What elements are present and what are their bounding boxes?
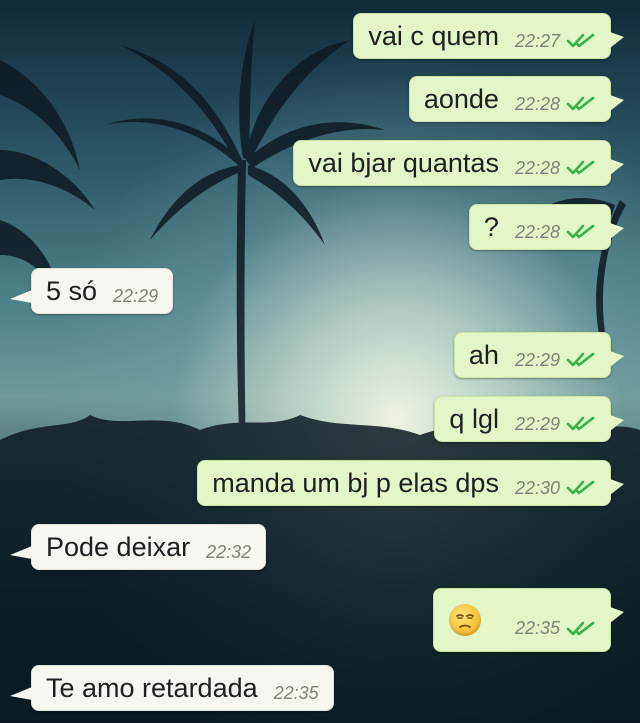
message-text: vai c quem bbox=[368, 20, 499, 51]
outgoing-message[interactable]: ah 22:29 bbox=[453, 332, 625, 378]
message-time: 22:27 bbox=[514, 30, 560, 51]
double-check-icon bbox=[566, 224, 595, 239]
message-time: 22:29 bbox=[514, 413, 560, 434]
message-text: ah bbox=[468, 339, 499, 370]
message-text: 5 só bbox=[46, 275, 98, 306]
message-time: 22:28 bbox=[514, 157, 560, 178]
incoming-message[interactable]: 5 só 22:29 bbox=[9, 268, 174, 314]
message-meta: 22:28 bbox=[515, 94, 596, 115]
message-text: vai bjar quantas bbox=[308, 147, 499, 178]
outgoing-message[interactable]: ? 22:28 bbox=[468, 204, 625, 250]
unamused-face-icon bbox=[449, 604, 481, 636]
message-text: aonde bbox=[423, 83, 499, 114]
message-time: 22:35 bbox=[273, 682, 319, 703]
double-check-icon bbox=[566, 416, 595, 431]
message-text: q lgl bbox=[449, 403, 499, 434]
double-check-icon bbox=[566, 160, 595, 175]
outgoing-message[interactable]: manda um bj p elas dps 22:30 bbox=[197, 460, 624, 506]
message-meta: 22:27 bbox=[515, 31, 596, 52]
message-meta: 22:29 bbox=[515, 414, 596, 435]
message-meta: 22:28 bbox=[515, 158, 596, 179]
outgoing-message[interactable]: vai bjar quantas 22:28 bbox=[293, 140, 624, 186]
message-meta: 22:29 bbox=[515, 350, 596, 371]
outgoing-message[interactable]: q lgl 22:29 bbox=[434, 396, 624, 442]
message-time: 22:29 bbox=[113, 285, 159, 306]
message-time: 22:35 bbox=[514, 618, 560, 638]
incoming-message[interactable]: Pode deixar 22:32 bbox=[9, 524, 267, 570]
message-meta: 22:28 bbox=[515, 222, 596, 243]
outgoing-message[interactable]: aonde 22:28 bbox=[408, 76, 625, 122]
outgoing-message[interactable]: vai c quem 22:27 bbox=[353, 13, 624, 59]
message-meta: 22:30 bbox=[515, 478, 596, 499]
double-check-icon bbox=[566, 33, 595, 48]
message-list: vai c quem 22:27 aonde 22:28 vai bjar qu… bbox=[0, 0, 640, 723]
double-check-icon bbox=[566, 352, 595, 367]
message-meta: 22:29 bbox=[113, 286, 158, 307]
message-time: 22:29 bbox=[514, 349, 560, 370]
outgoing-message[interactable]: 22:35 bbox=[433, 588, 624, 652]
message-text: Te amo retardada bbox=[46, 672, 258, 703]
message-time: 22:28 bbox=[514, 221, 560, 242]
message-meta: 22:32 bbox=[206, 542, 251, 563]
message-text: manda um bj p elas dps bbox=[212, 467, 499, 498]
message-text: Pode deixar bbox=[46, 531, 191, 562]
double-check-icon bbox=[566, 96, 595, 111]
message-text: ? bbox=[483, 211, 499, 242]
message-time: 22:28 bbox=[514, 93, 560, 114]
message-meta: 22:35 bbox=[515, 618, 596, 639]
message-time: 22:30 bbox=[514, 477, 560, 498]
double-check-icon bbox=[566, 480, 595, 495]
double-check-icon bbox=[566, 621, 595, 635]
message-time: 22:32 bbox=[206, 541, 252, 562]
incoming-message[interactable]: Te amo retardada 22:35 bbox=[10, 665, 334, 711]
message-meta: 22:35 bbox=[274, 683, 319, 704]
